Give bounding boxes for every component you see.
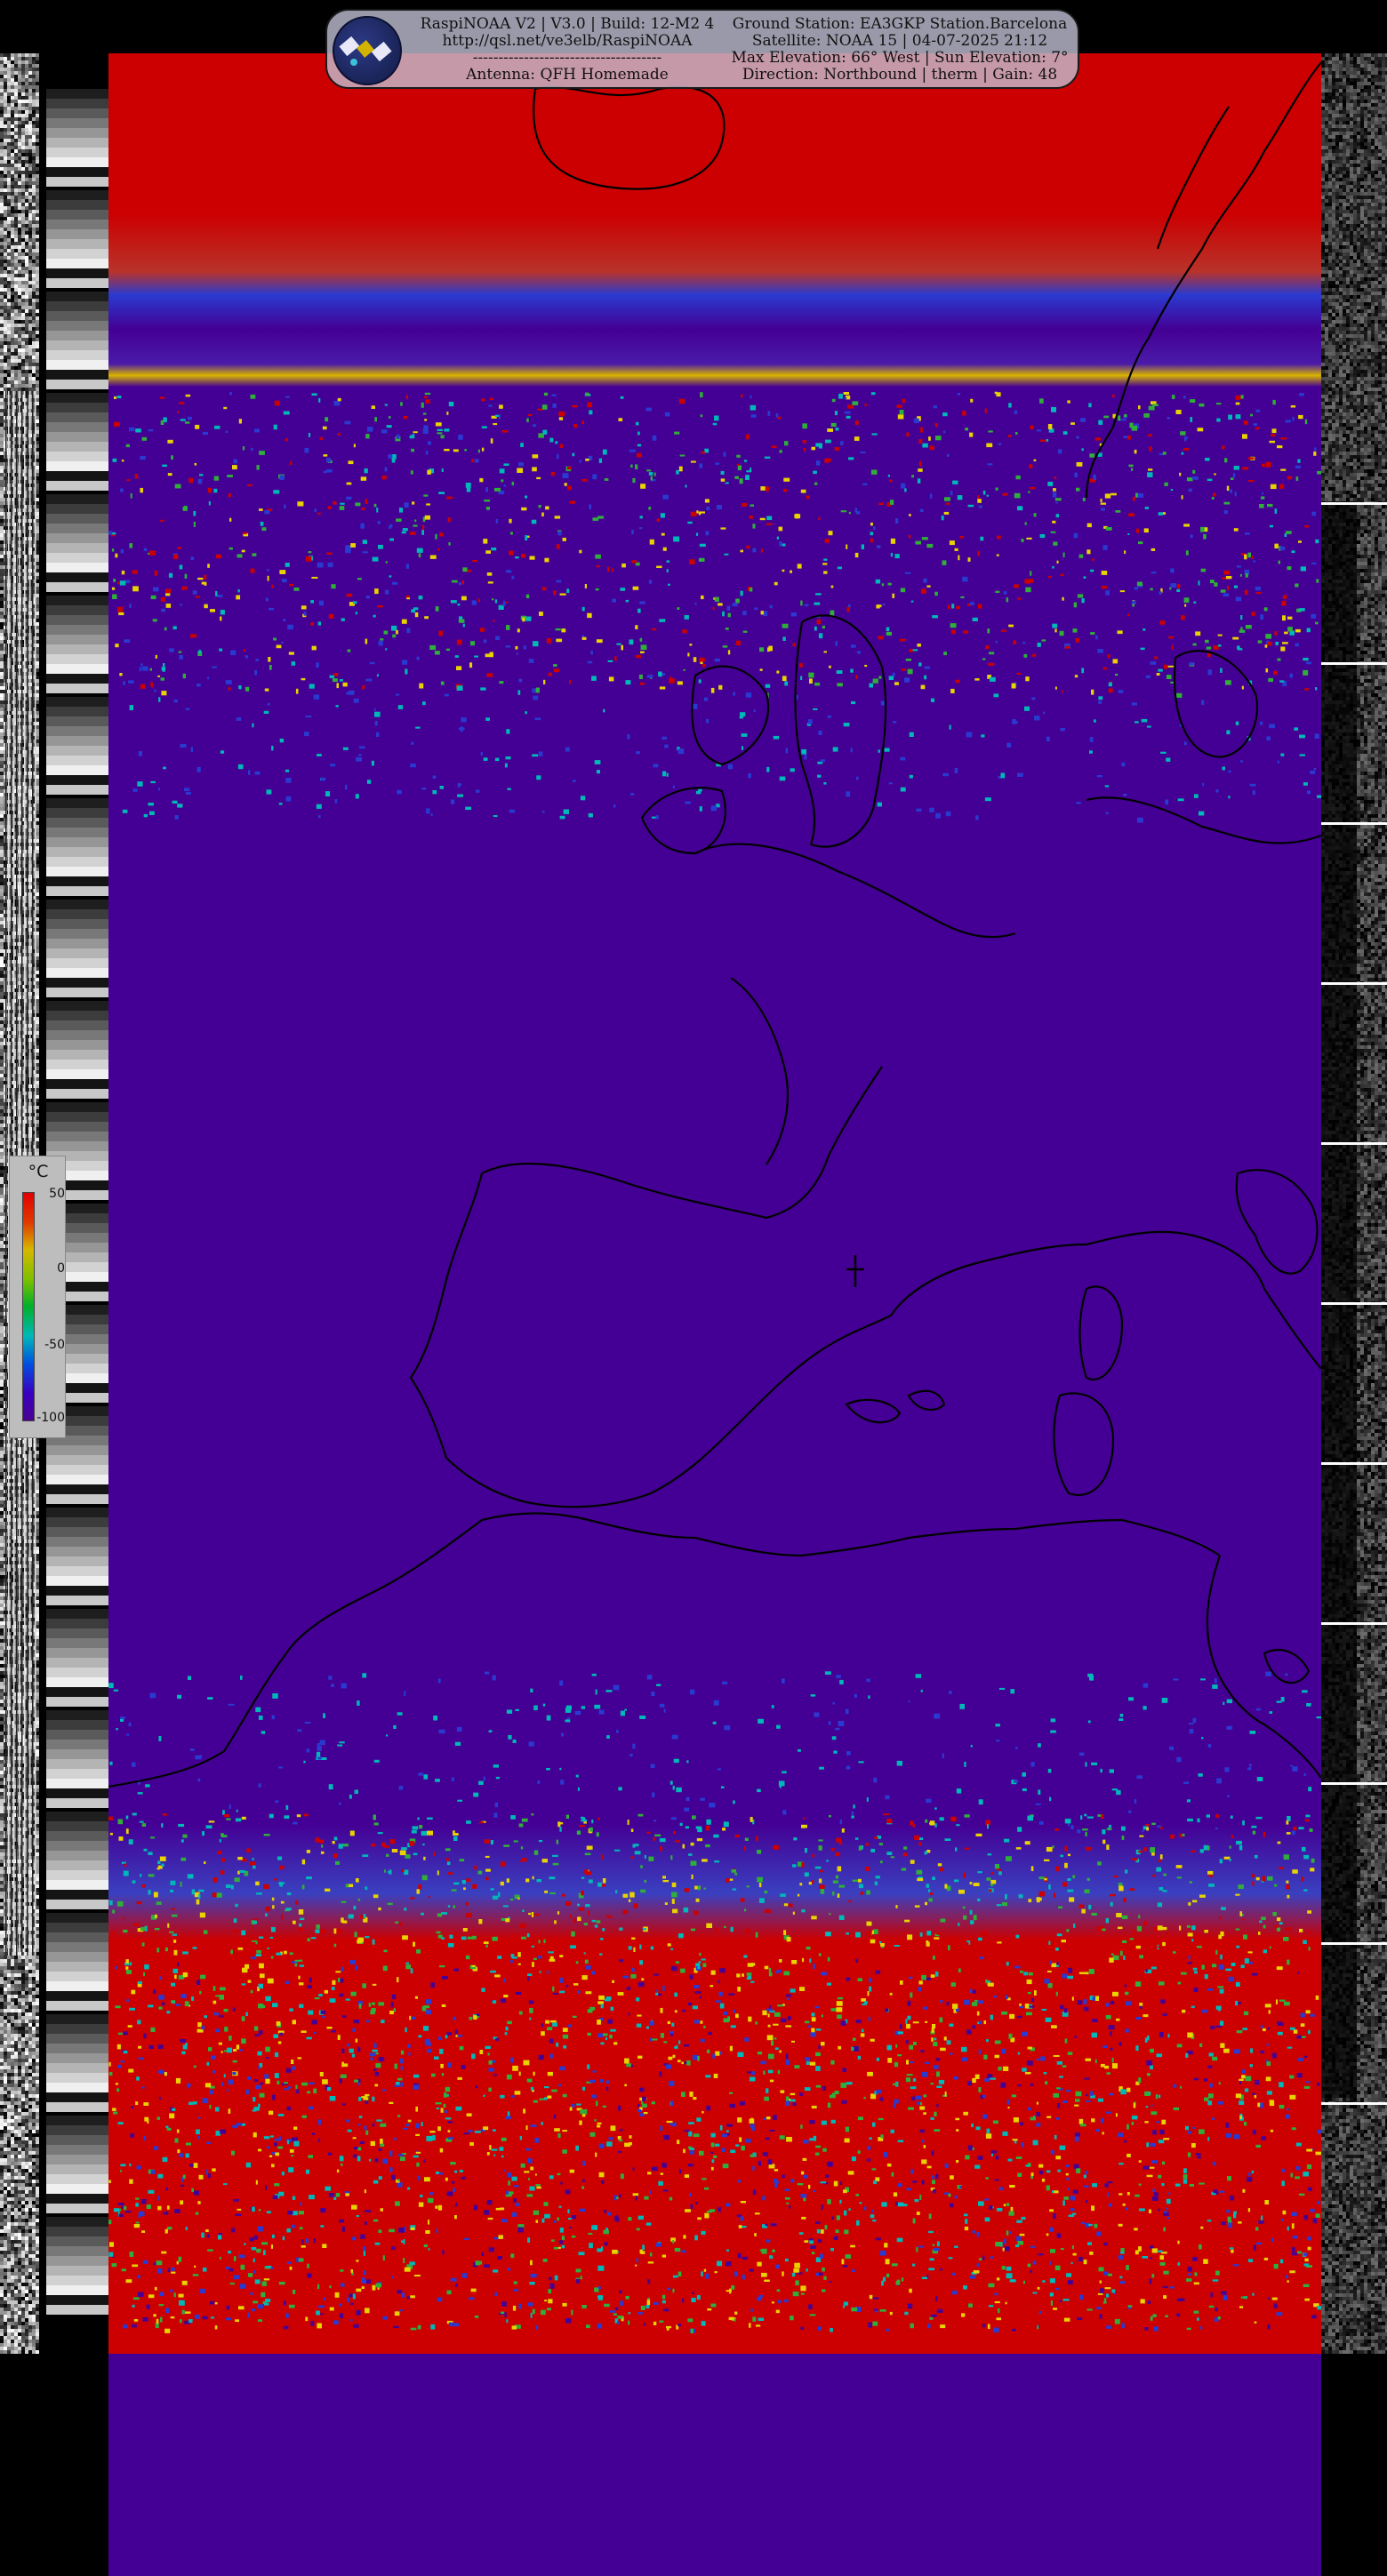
telemetry-strip-right <box>1321 53 1387 2354</box>
temperature-legend: °C 50 0 -50 -100 <box>9 1156 66 1438</box>
legend-unit: °C <box>10 1162 67 1181</box>
legend-tick-0: 0 <box>35 1261 65 1276</box>
header-satellite-line: Satellite: NOAA 15 | 04-07-2025 21:12 <box>722 33 1078 50</box>
header-url-line: http://qsl.net/ve3elb/RaspiNOAA <box>404 33 731 50</box>
pass-info-header: RaspiNOAA V2 | V3.0 | Build: 12-M2 4 htt… <box>325 9 1079 89</box>
legend-tick-minus-50: -50 <box>35 1338 65 1352</box>
thermal-image <box>108 53 1321 2354</box>
legend-tick-minus-100: -100 <box>35 1411 65 1425</box>
header-ground-station-line: Ground Station: EA3GKP Station.Barcelona <box>722 16 1078 33</box>
legend-tick-50: 50 <box>35 1187 65 1201</box>
satellite-icon <box>333 16 402 85</box>
header-elevation-line: Max Elevation: 66° West | Sun Elevation:… <box>722 50 1078 67</box>
header-antenna-line: Antenna: QFH Homemade <box>404 67 731 84</box>
header-build-line: RaspiNOAA V2 | V3.0 | Build: 12-M2 4 <box>404 16 731 33</box>
satellite-image-frame: RaspiNOAA V2 | V3.0 | Build: 12-M2 4 htt… <box>0 0 1387 2576</box>
header-separator-line: ------------------------------------- <box>404 50 731 67</box>
legend-color-bar <box>22 1192 35 1421</box>
header-direction-line: Direction: Northbound | therm | Gain: 48 <box>722 67 1078 84</box>
unused-image-area <box>108 2354 1321 2576</box>
